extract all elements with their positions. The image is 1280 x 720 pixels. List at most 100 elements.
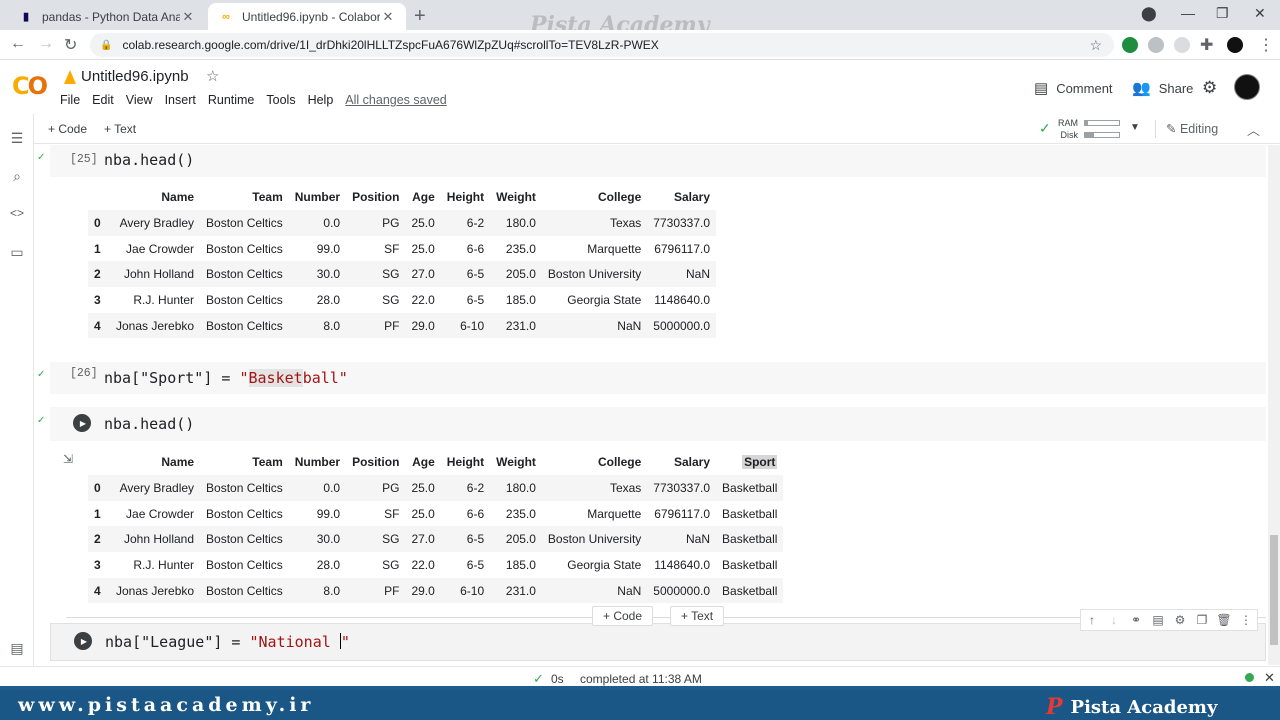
table-cell: Basketball xyxy=(716,475,784,501)
browser-tab-pandas[interactable]: ▮ pandas - Python Data Analysis Li ✕ xyxy=(8,3,206,30)
move-down-icon[interactable]: ↓ xyxy=(1103,613,1125,627)
column-header: Weight xyxy=(496,190,536,204)
table-of-contents-icon[interactable]: ☰ xyxy=(9,130,25,147)
menu-file[interactable]: File xyxy=(60,93,80,107)
bookmark-star-icon[interactable]: ☆ xyxy=(1089,37,1102,54)
table-row: 3 R.J. Hunter Boston Celtics 28.0 SG 22.… xyxy=(88,287,716,313)
add-text-button[interactable]: + Text xyxy=(104,122,136,136)
share-button[interactable]: 👥 Share xyxy=(1132,79,1193,97)
profile-icon[interactable] xyxy=(1227,37,1243,53)
table-cell: PF xyxy=(346,577,406,604)
insert-text-cell-button[interactable]: + Text xyxy=(670,606,725,626)
avatar[interactable] xyxy=(1234,74,1260,100)
code-cell[interactable]: [26] nba["Sport"] = "Basketball" xyxy=(50,362,1266,394)
table-row: 2 John Holland Boston Celtics 30.0 SG 27… xyxy=(88,261,717,288)
row-index: 2 xyxy=(88,261,110,288)
close-icon[interactable]: ✕ xyxy=(180,9,196,25)
terminal-icon[interactable]: ▤ xyxy=(9,640,25,657)
more-menu-icon[interactable]: ⋮ xyxy=(1258,35,1274,55)
profile-dropdown-icon[interactable]: ⬤ xyxy=(1141,5,1157,22)
delete-icon[interactable]: 🗑 xyxy=(1213,613,1235,627)
cell-code[interactable]: nba.head() xyxy=(104,151,194,169)
menu-tools[interactable]: Tools xyxy=(266,93,295,107)
row-index: 0 xyxy=(88,475,110,501)
table-cell: 5000000.0 xyxy=(647,577,717,604)
browser-tab-colab[interactable]: ∞ Untitled96.ipynb - Colaboratory ✕ xyxy=(208,3,406,30)
menu-view[interactable]: View xyxy=(126,93,153,107)
scrollbar-thumb[interactable] xyxy=(1270,535,1278,645)
code-cell[interactable]: [25] nba.head() xyxy=(50,145,1266,177)
execution-duration: 0s xyxy=(551,672,564,686)
output-dataframe: Name Team Number Position Age Height Wei… xyxy=(88,449,784,604)
table-cell: 6-10 xyxy=(440,577,491,604)
chevron-down-icon[interactable]: ▼ xyxy=(1130,122,1140,133)
table-cell: 205.0 xyxy=(490,526,542,553)
folder-icon[interactable]: ▭ xyxy=(9,244,25,261)
more-menu-icon[interactable]: ⋮ xyxy=(1235,613,1257,627)
ram-bar xyxy=(1084,120,1120,126)
completion-status[interactable]: completed at 11:38 AM xyxy=(580,672,702,686)
table-cell: Basketball xyxy=(716,577,784,604)
code-snippets-icon[interactable]: <> xyxy=(9,206,25,220)
puzzle-extensions-icon[interactable]: ✚ xyxy=(1200,35,1213,55)
search-icon[interactable]: ⌕ xyxy=(9,168,25,185)
menu-insert[interactable]: Insert xyxy=(165,93,196,107)
cell-code-editor[interactable]: nba["League"] = "National " xyxy=(105,633,350,651)
table-cell: 231.0 xyxy=(490,312,542,339)
table-cell: 8.0 xyxy=(288,312,347,339)
table-cell: Jonas Jerebko xyxy=(110,577,201,604)
move-up-icon[interactable]: ↑ xyxy=(1081,613,1103,627)
settings-gear-icon[interactable]: ⚙ xyxy=(1202,78,1217,98)
editing-mode-button[interactable]: ✎ Editing xyxy=(1166,121,1218,136)
notebook-title[interactable]: Untitled96.ipynb xyxy=(81,68,189,85)
close-icon[interactable]: ✕ xyxy=(380,9,396,25)
table-cell: 28.0 xyxy=(316,292,341,307)
table-cell: Avery Bradley xyxy=(110,210,201,236)
add-code-button[interactable]: + Code xyxy=(48,122,87,136)
comment-button[interactable]: ▤ Comment xyxy=(1034,79,1113,97)
vertical-scrollbar[interactable] xyxy=(1268,145,1280,665)
code-cell[interactable]: ▶ nba.head() xyxy=(50,407,1266,441)
back-icon[interactable]: ← xyxy=(10,35,26,53)
output-clear-icon[interactable]: ⇲ xyxy=(63,452,73,466)
table-cell: John Holland xyxy=(110,526,201,553)
colab-logo-icon[interactable]: CO xyxy=(12,72,48,100)
cell-code[interactable]: nba.head() xyxy=(104,415,194,433)
resource-monitor[interactable]: RAM Disk xyxy=(1038,117,1120,141)
table-cell: NaN xyxy=(541,577,648,604)
reload-icon[interactable]: ↻ xyxy=(64,35,77,55)
extension-icon[interactable] xyxy=(1122,37,1138,53)
connection-status-icon xyxy=(1245,673,1254,682)
insert-code-cell-button[interactable]: + Code xyxy=(592,606,654,626)
settings-gear-icon[interactable]: ⚙ xyxy=(1169,613,1191,627)
window-close-icon[interactable]: ✕ xyxy=(1254,5,1266,22)
table-cell: 6-10 xyxy=(440,312,491,339)
menu-help[interactable]: Help xyxy=(308,93,334,107)
extension-icon[interactable] xyxy=(1148,37,1164,53)
maximize-icon[interactable]: ❐ xyxy=(1216,5,1229,22)
address-bar[interactable]: 🔒 colab.research.google.com/drive/1I_drD… xyxy=(90,33,1114,57)
menu-edit[interactable]: Edit xyxy=(92,93,114,107)
run-cell-button[interactable]: ▶ xyxy=(73,414,91,432)
mirror-cell-icon[interactable]: ❐ xyxy=(1191,613,1213,627)
cell-code[interactable]: nba["Sport"] = "Basketball" xyxy=(104,369,348,387)
extension-icon[interactable] xyxy=(1174,37,1190,53)
chevron-up-icon[interactable]: ︿ xyxy=(1247,120,1260,139)
table-cell: Boston Celtics xyxy=(200,475,289,501)
star-icon[interactable]: ☆ xyxy=(206,67,219,85)
disk-bar-fill xyxy=(1085,133,1094,137)
row-index: 1 xyxy=(94,241,101,256)
table-cell: 99.0 xyxy=(316,241,341,256)
close-icon[interactable]: ✕ xyxy=(1264,670,1275,686)
table-cell: Basketball xyxy=(722,557,778,572)
new-tab-icon[interactable]: + xyxy=(414,5,426,28)
link-icon[interactable]: ⚭ xyxy=(1125,613,1147,627)
minimize-icon[interactable]: — xyxy=(1181,5,1195,21)
comment-icon[interactable]: ▤ xyxy=(1147,613,1169,627)
run-cell-button[interactable]: ▶ xyxy=(74,632,92,650)
forward-icon[interactable]: → xyxy=(38,35,54,53)
column-header: Team xyxy=(252,455,283,469)
menu-runtime[interactable]: Runtime xyxy=(208,93,255,107)
save-status[interactable]: All changes saved xyxy=(345,93,446,107)
table-cell: R.J. Hunter xyxy=(133,292,195,307)
